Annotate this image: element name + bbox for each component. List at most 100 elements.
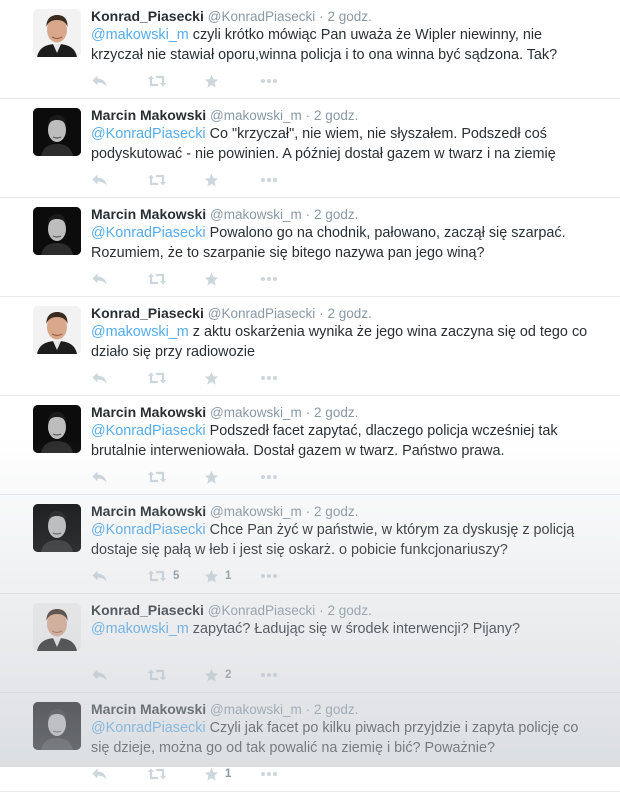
retweet-button[interactable]: [147, 468, 173, 486]
star-icon: [204, 272, 219, 287]
tweet-1[interactable]: Konrad_Piasecki @KonradPiasecki · 2 godz…: [0, 0, 620, 99]
tweet-header: Marcin Makowski @makowski_m · 2 godz.: [91, 700, 358, 719]
retweet-button[interactable]: [147, 270, 173, 288]
more-button[interactable]: [260, 765, 278, 783]
favorite-count: 1: [225, 768, 232, 780]
author-handle[interactable]: @makowski_m: [210, 405, 302, 420]
timestamp[interactable]: 2 godz.: [314, 504, 358, 519]
avatar-piasecki[interactable]: [33, 306, 81, 354]
reply-button[interactable]: [91, 270, 108, 288]
author-handle[interactable]: @makowski_m: [210, 108, 302, 123]
retweet-button[interactable]: [147, 171, 173, 189]
separator-dot: ·: [305, 207, 311, 222]
avatar-makowski[interactable]: [33, 207, 81, 255]
more-button[interactable]: [260, 171, 278, 189]
retweet-button[interactable]: [147, 765, 173, 783]
mention-link[interactable]: @KonradPiasecki: [91, 423, 206, 439]
author-name[interactable]: Marcin Makowski: [91, 206, 206, 222]
avatar-makowski[interactable]: [33, 702, 81, 750]
author-name[interactable]: Marcin Makowski: [91, 701, 206, 717]
mention-link[interactable]: @makowski_m: [91, 621, 189, 637]
mention-link[interactable]: @makowski_m: [91, 324, 189, 340]
author-name[interactable]: Marcin Makowski: [91, 107, 206, 123]
more-button[interactable]: [260, 72, 278, 90]
more-button[interactable]: [260, 270, 278, 288]
timestamp[interactable]: 2 godz.: [314, 702, 358, 717]
author-handle[interactable]: @makowski_m: [210, 702, 302, 717]
reply-button[interactable]: [91, 666, 108, 684]
timestamp[interactable]: 2 godz.: [314, 207, 358, 222]
more-button[interactable]: [260, 567, 278, 585]
retweet-button[interactable]: 5: [147, 567, 179, 585]
reply-icon: [91, 272, 108, 286]
more-button[interactable]: [260, 369, 278, 387]
reply-button[interactable]: [91, 171, 108, 189]
tweet-actions: [91, 72, 311, 90]
favorite-button[interactable]: 1: [204, 567, 231, 585]
favorite-button[interactable]: 1: [204, 765, 231, 783]
mention-link[interactable]: @KonradPiasecki: [91, 225, 206, 241]
tweet-text: @KonradPiasecki Co "krzyczał", nie wiem,…: [91, 125, 591, 164]
retweet-icon: [147, 767, 167, 781]
author-handle[interactable]: @makowski_m: [210, 207, 302, 222]
reply-button[interactable]: [91, 765, 108, 783]
author-handle[interactable]: @KonradPiasecki: [208, 603, 316, 618]
author-name[interactable]: Konrad_Piasecki: [91, 8, 204, 24]
favorite-button[interactable]: [204, 369, 225, 387]
tweet-7[interactable]: Konrad_Piasecki @KonradPiasecki · 2 godz…: [0, 594, 620, 693]
mention-link[interactable]: @KonradPiasecki: [91, 126, 206, 142]
reply-button[interactable]: [91, 369, 108, 387]
more-button[interactable]: [260, 666, 278, 684]
favorite-button[interactable]: [204, 171, 225, 189]
avatar-piasecki[interactable]: [33, 9, 81, 57]
author-name[interactable]: Marcin Makowski: [91, 404, 206, 420]
favorite-button[interactable]: [204, 270, 225, 288]
tweet-6[interactable]: Marcin Makowski @makowski_m · 2 godz. @K…: [0, 495, 620, 594]
avatar-makowski[interactable]: [33, 405, 81, 453]
tweet-text: @KonradPiasecki Powalono go na chodnik, …: [91, 224, 591, 263]
tweet-5[interactable]: Marcin Makowski @makowski_m · 2 godz. @K…: [0, 396, 620, 495]
author-handle[interactable]: @KonradPiasecki: [208, 306, 316, 321]
retweet-button[interactable]: [147, 666, 173, 684]
separator-dot: ·: [305, 504, 311, 519]
reply-icon: [91, 74, 108, 88]
timestamp[interactable]: 2 godz.: [328, 306, 372, 321]
tweet-2[interactable]: Marcin Makowski @makowski_m · 2 godz. @K…: [0, 99, 620, 198]
more-icon: [260, 177, 278, 183]
portrait-photo: [33, 603, 81, 651]
reply-button[interactable]: [91, 468, 108, 486]
author-handle[interactable]: @KonradPiasecki: [208, 9, 316, 24]
timestamp[interactable]: 2 godz.: [328, 603, 372, 618]
retweet-button[interactable]: [147, 369, 173, 387]
author-name[interactable]: Konrad_Piasecki: [91, 305, 204, 321]
reply-button[interactable]: [91, 72, 108, 90]
more-icon: [260, 375, 278, 381]
avatar-makowski[interactable]: [33, 108, 81, 156]
timestamp[interactable]: 2 godz.: [314, 405, 358, 420]
mention-link[interactable]: @KonradPiasecki: [91, 720, 206, 736]
reply-button[interactable]: [91, 567, 108, 585]
avatar-piasecki[interactable]: [33, 603, 81, 651]
tweet-3[interactable]: Marcin Makowski @makowski_m · 2 godz. @K…: [0, 198, 620, 297]
star-icon: [204, 371, 219, 386]
timestamp[interactable]: 2 godz.: [328, 9, 372, 24]
mention-link[interactable]: @makowski_m: [91, 27, 189, 43]
mention-link[interactable]: @KonradPiasecki: [91, 522, 206, 538]
favorite-button[interactable]: [204, 72, 225, 90]
tweet-8[interactable]: Marcin Makowski @makowski_m · 2 godz. @K…: [0, 693, 620, 792]
favorite-button[interactable]: [204, 468, 225, 486]
tweet-4[interactable]: Konrad_Piasecki @KonradPiasecki · 2 godz…: [0, 297, 620, 396]
timestamp[interactable]: 2 godz.: [314, 108, 358, 123]
author-name[interactable]: Marcin Makowski: [91, 503, 206, 519]
separator-dot: ·: [319, 306, 324, 321]
author-name[interactable]: Konrad_Piasecki: [91, 602, 204, 618]
author-handle[interactable]: @makowski_m: [210, 504, 302, 519]
more-button[interactable]: [260, 468, 278, 486]
reply-icon: [91, 767, 108, 781]
favorite-button[interactable]: 2: [204, 666, 231, 684]
retweet-icon: [147, 470, 167, 484]
retweet-button[interactable]: [147, 72, 173, 90]
favorite-count: 2: [225, 669, 232, 681]
avatar-makowski[interactable]: [33, 504, 81, 552]
more-icon: [260, 672, 278, 678]
